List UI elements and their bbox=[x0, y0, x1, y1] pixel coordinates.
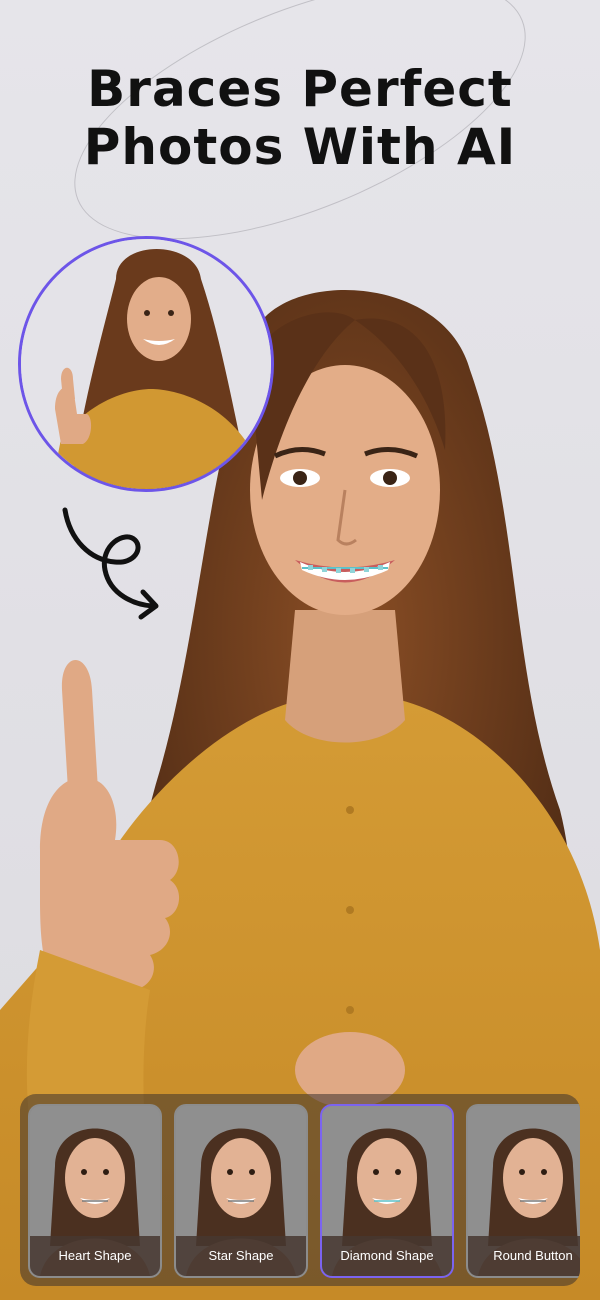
loop-arrow-icon bbox=[62, 507, 159, 620]
before-photo-circle bbox=[18, 236, 274, 492]
style-card-label: Diamond Shape bbox=[322, 1236, 452, 1276]
style-card-label: Star Shape bbox=[176, 1236, 306, 1276]
style-card-label: Round Button bbox=[468, 1236, 580, 1276]
headline: Braces Perfect Photos With AI bbox=[0, 60, 600, 176]
style-card-label: Heart Shape bbox=[30, 1236, 160, 1276]
style-card-heart[interactable]: Heart Shape bbox=[28, 1104, 162, 1278]
style-card-diamond[interactable]: Diamond Shape bbox=[320, 1104, 454, 1278]
style-card-list: Heart Shape Star Shape Diamond Shape Rou… bbox=[28, 1104, 580, 1278]
headline-line-2: Photos With AI bbox=[83, 118, 517, 176]
headline-line-1: Braces Perfect bbox=[87, 60, 513, 118]
style-card-star[interactable]: Star Shape bbox=[174, 1104, 308, 1278]
style-selector: Heart Shape Star Shape Diamond Shape Rou… bbox=[20, 1094, 580, 1286]
style-card-round[interactable]: Round Button bbox=[466, 1104, 580, 1278]
app-screen: Braces Perfect Photos With AI Heart Shap… bbox=[0, 0, 600, 1300]
